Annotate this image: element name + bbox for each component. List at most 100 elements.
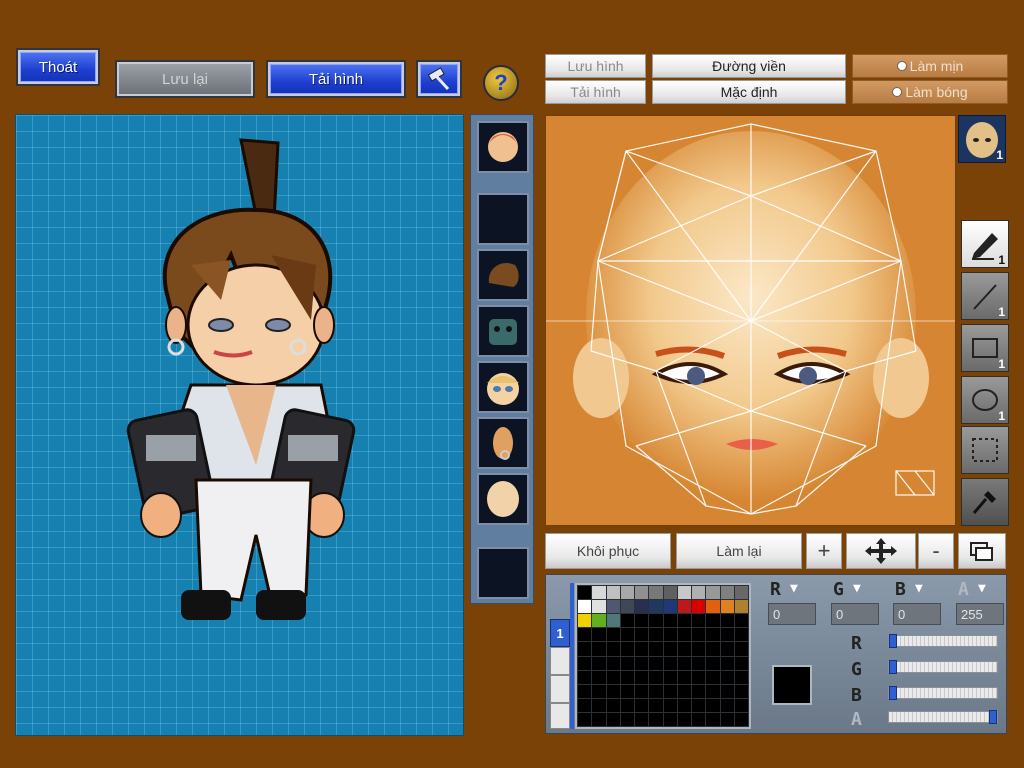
palette-swatch[interactable] <box>591 599 607 615</box>
selection-tool[interactable] <box>961 426 1009 474</box>
character-preview[interactable] <box>15 114 464 736</box>
palette-swatch[interactable] <box>733 655 750 671</box>
load-image-button[interactable]: Tải hình <box>545 80 646 104</box>
palette-swatch[interactable] <box>662 584 678 601</box>
load-button[interactable]: Tải hình <box>266 60 406 98</box>
palette-swatch[interactable] <box>662 655 678 671</box>
help-button[interactable]: ? <box>483 65 519 101</box>
palette-swatch[interactable] <box>705 584 721 601</box>
palette-swatch[interactable] <box>576 599 593 615</box>
r-slider-knob[interactable] <box>889 634 897 648</box>
part-slot-hair[interactable] <box>477 249 529 301</box>
palette-swatch[interactable] <box>662 669 678 685</box>
palette-swatch[interactable] <box>705 669 721 685</box>
palette-swatch[interactable] <box>633 669 650 685</box>
palette-swatch[interactable] <box>690 697 707 713</box>
b-slider[interactable] <box>888 686 998 700</box>
palette-swatch[interactable] <box>648 683 664 699</box>
palette-swatch[interactable] <box>705 655 721 671</box>
redo-button[interactable]: Làm lại <box>676 533 802 569</box>
palette-swatch[interactable] <box>690 613 707 629</box>
palette-swatch[interactable] <box>719 641 735 657</box>
palette-swatch[interactable] <box>648 627 664 643</box>
part-slot-portrait[interactable] <box>477 121 529 173</box>
palette-swatch[interactable] <box>619 655 636 671</box>
palette-swatch[interactable] <box>719 655 735 671</box>
a-slider-knob[interactable] <box>989 710 997 724</box>
layer-tab-1[interactable]: 1 <box>550 619 570 647</box>
part-slot-body[interactable] <box>477 473 529 525</box>
r-slider[interactable] <box>888 634 998 648</box>
palette-swatch[interactable] <box>662 613 678 629</box>
palette-swatch[interactable] <box>690 655 707 671</box>
r-value-field[interactable]: 0 <box>768 603 816 625</box>
palette-swatch[interactable] <box>705 613 721 629</box>
palette-swatch[interactable] <box>576 711 593 728</box>
palette-swatch[interactable] <box>676 641 693 657</box>
palette-swatch[interactable] <box>662 697 678 713</box>
palette-swatch[interactable] <box>690 669 707 685</box>
palette-swatch[interactable] <box>619 584 636 601</box>
palette-swatch[interactable] <box>719 669 735 685</box>
palette-swatch[interactable] <box>619 627 636 643</box>
palette-swatch[interactable] <box>576 669 593 685</box>
palette-swatch[interactable] <box>591 613 607 629</box>
palette-swatch[interactable] <box>719 584 735 601</box>
palette-swatch[interactable] <box>633 599 650 615</box>
pen-tool[interactable]: 1 <box>961 220 1009 268</box>
part-slot-empty-2[interactable] <box>477 547 529 599</box>
palette-swatch[interactable] <box>662 627 678 643</box>
palette-swatch[interactable] <box>605 697 621 713</box>
g-slider-knob[interactable] <box>889 660 897 674</box>
palette-swatch[interactable] <box>619 599 636 615</box>
a-dropdown-icon[interactable]: ▼ <box>978 581 986 596</box>
palette-scrollbar[interactable] <box>570 583 574 729</box>
palette-swatch[interactable] <box>605 613 621 629</box>
r-dropdown-icon[interactable]: ▼ <box>790 581 798 596</box>
palette-swatch[interactable] <box>705 627 721 643</box>
palette-swatch[interactable] <box>733 599 750 615</box>
palette-swatch[interactable] <box>576 641 593 657</box>
palette-swatch[interactable] <box>591 627 607 643</box>
palette-swatch[interactable] <box>676 669 693 685</box>
palette-swatch[interactable] <box>690 599 707 615</box>
part-slot-face[interactable] <box>477 361 529 413</box>
palette-swatch[interactable] <box>619 697 636 713</box>
palette-swatch[interactable] <box>591 584 607 601</box>
palette-swatch[interactable] <box>648 697 664 713</box>
zoom-in-button[interactable]: + <box>806 533 842 569</box>
palette-swatch[interactable] <box>733 669 750 685</box>
palette-swatch[interactable] <box>733 641 750 657</box>
palette-swatch[interactable] <box>605 584 621 601</box>
palette-swatch[interactable] <box>648 613 664 629</box>
eyedropper-tool[interactable] <box>961 478 1009 526</box>
palette-swatch[interactable] <box>633 683 650 699</box>
palette-swatch[interactable] <box>733 697 750 713</box>
palette-swatch[interactable] <box>733 613 750 629</box>
palette-swatch[interactable] <box>690 627 707 643</box>
palette-swatch[interactable] <box>648 584 664 601</box>
palette-swatch[interactable] <box>676 697 693 713</box>
save-button[interactable]: Lưu lại <box>115 60 255 98</box>
layer-tab-3[interactable] <box>550 675 570 703</box>
palette-swatch[interactable] <box>705 697 721 713</box>
outline-button[interactable]: Đường viền <box>652 54 846 78</box>
palette-swatch[interactable] <box>576 584 593 601</box>
palette-swatch[interactable] <box>690 641 707 657</box>
layer-tab-4[interactable] <box>550 703 570 729</box>
g-slider[interactable] <box>888 660 998 674</box>
palette-swatch[interactable] <box>676 683 693 699</box>
palette-swatch[interactable] <box>648 711 664 728</box>
layer-tab-2[interactable] <box>550 647 570 675</box>
zoom-out-button[interactable]: - <box>918 533 954 569</box>
palette-swatch[interactable] <box>576 655 593 671</box>
g-value-field[interactable]: 0 <box>831 603 879 625</box>
palette-swatch[interactable] <box>591 697 607 713</box>
hammer-button[interactable] <box>416 60 462 98</box>
palette-swatch[interactable] <box>633 655 650 671</box>
face-badge[interactable]: 1 <box>958 115 1006 163</box>
palette-swatch[interactable] <box>719 613 735 629</box>
g-dropdown-icon[interactable]: ▼ <box>853 581 861 596</box>
line-tool[interactable]: 1 <box>961 272 1009 320</box>
palette-swatch[interactable] <box>705 641 721 657</box>
